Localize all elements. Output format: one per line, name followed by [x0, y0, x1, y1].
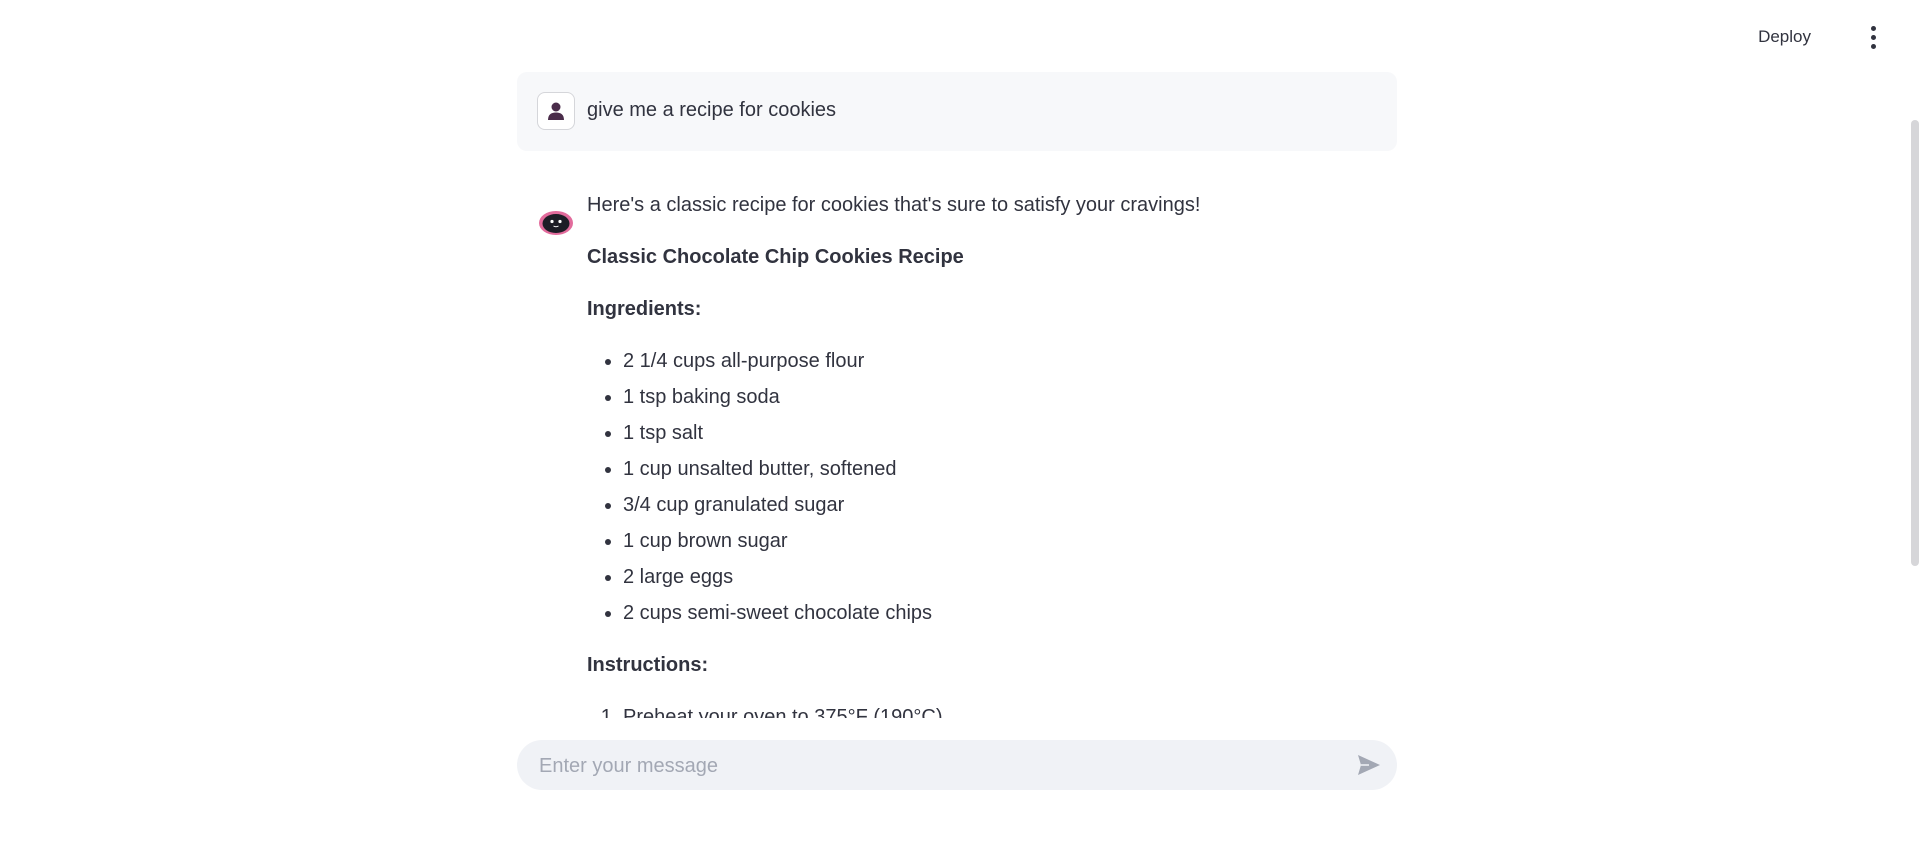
assistant-message-content: Here's a classic recipe for cookies that… [587, 190, 1377, 718]
instructions-heading: Instructions: [587, 654, 709, 676]
send-button[interactable] [1353, 749, 1385, 781]
assistant-intro: Here's a classic recipe for cookies that… [587, 194, 1201, 216]
user-avatar-icon [537, 92, 575, 130]
list-item: 1 cup unsalted butter, softened [623, 454, 1377, 484]
app-header: Deploy [0, 0, 1919, 72]
chat-container: give me a recipe for cookies Here's a cl… [517, 72, 1397, 718]
scrollbar[interactable] [1911, 120, 1919, 566]
list-item: Preheat your oven to 375°F (190°C). [623, 702, 1377, 718]
chat-input-container [517, 740, 1397, 792]
send-icon [1358, 755, 1380, 775]
list-item: 1 tsp salt [623, 418, 1377, 448]
vertical-dots-icon [1870, 25, 1876, 31]
list-item: 2 large eggs [623, 562, 1377, 592]
list-item: 3/4 cup granulated sugar [623, 490, 1377, 520]
deploy-button[interactable]: Deploy [1750, 22, 1819, 52]
list-item: 2 cups semi-sweet chocolate chips [623, 598, 1377, 628]
instructions-list: Preheat your oven to 375°F (190°C). [587, 702, 1377, 718]
chat-input[interactable] [537, 740, 1331, 792]
main-menu-button[interactable] [1863, 22, 1883, 52]
ingredients-list: 2 1/4 cups all-purpose flour 1 tsp bakin… [587, 346, 1377, 628]
recipe-title: Classic Chocolate Chip Cookies Recipe [587, 246, 964, 268]
bot-avatar-icon [537, 204, 575, 242]
list-item: 1 cup brown sugar [623, 526, 1377, 556]
list-item: 2 1/4 cups all-purpose flour [623, 346, 1377, 376]
user-message: give me a recipe for cookies [517, 72, 1397, 151]
user-message-text: give me a recipe for cookies [587, 99, 837, 121]
list-item: 1 tsp baking soda [623, 382, 1377, 412]
ingredients-heading: Ingredients: [587, 298, 702, 320]
